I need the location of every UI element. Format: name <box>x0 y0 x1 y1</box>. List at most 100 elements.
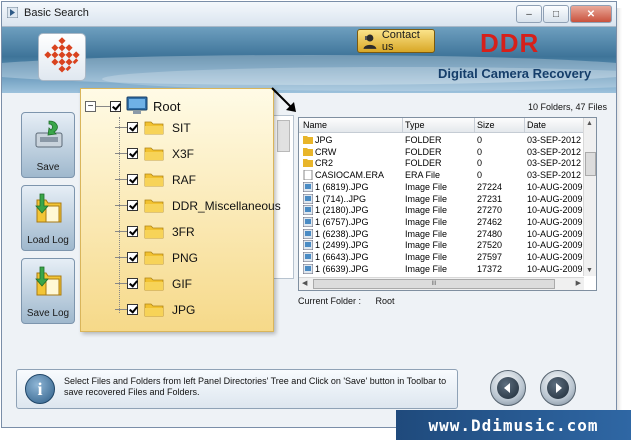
save-log-button[interactable]: Save Log <box>21 258 75 324</box>
cell-size: 27480 <box>477 228 503 239</box>
collapse-toggle-icon[interactable]: − <box>85 100 96 112</box>
tree-item[interactable]: X3F <box>115 146 194 161</box>
brand-logo: DDR <box>480 28 540 58</box>
minimize-button[interactable]: – <box>516 5 542 23</box>
tree-checkbox[interactable] <box>127 200 138 211</box>
tree-checkbox[interactable] <box>127 226 138 237</box>
save-log-label: Save Log <box>26 308 70 319</box>
table-row[interactable]: 1 (2499).JPG Image File 27520 10-AUG-2009 <box>299 239 596 251</box>
table-row[interactable]: 1 (6643).JPG Image File 27597 10-AUG-2009 <box>299 251 596 263</box>
cell-date: 10-AUG-2009 <box>527 216 583 227</box>
table-row[interactable]: CASIOCAM.ERA ERA File 0 03-SEP-2012 <box>299 169 596 181</box>
list-scroll-thumb[interactable] <box>585 152 596 176</box>
cell-type: FOLDER <box>405 146 442 157</box>
scroll-down-icon[interactable]: ▼ <box>586 267 593 274</box>
tree-item[interactable]: JPG <box>115 302 195 317</box>
maximize-button[interactable]: □ <box>543 5 569 23</box>
tree-item[interactable]: SIT <box>115 120 191 135</box>
scroll-up-icon[interactable]: ▲ <box>586 120 593 127</box>
scroll-right-icon[interactable]: ▶ <box>576 279 581 287</box>
list-hscroll-thumb[interactable]: III <box>313 279 555 289</box>
list-vertical-scrollbar[interactable]: ▲ ▼ <box>583 118 596 276</box>
cell-size: 17372 <box>477 263 503 274</box>
column-name[interactable]: Name <box>303 120 327 130</box>
tree-item[interactable]: PNG <box>115 250 198 265</box>
tree-pane-scrollbar[interactable] <box>272 115 294 279</box>
folder-icon <box>144 303 164 317</box>
image-file-icon <box>302 251 314 263</box>
table-row[interactable]: 1 (6639).JPG Image File 17372 10-AUG-2009 <box>299 263 596 275</box>
file-list: Name Type Size Date JPG FOLDER 0 03-SEP-201… <box>298 117 597 291</box>
tree-scroll-thumb[interactable] <box>277 120 290 152</box>
table-row[interactable]: JPG FOLDER 0 03-SEP-2012 <box>299 134 596 146</box>
tree-checkbox[interactable] <box>127 252 138 263</box>
cell-size: 27231 <box>477 193 503 204</box>
tree-connector <box>115 153 127 154</box>
cell-name: CASIOCAM.ERA <box>315 170 385 181</box>
tree-root-row[interactable]: − Root <box>85 96 180 116</box>
folder-icon <box>303 147 313 156</box>
back-button[interactable] <box>490 370 526 406</box>
folder-icon <box>144 225 164 239</box>
tree-item[interactable]: RAF <box>115 172 196 187</box>
cell-name: CRW <box>315 146 337 157</box>
cell-name: 1 (6639).JPG <box>315 263 369 274</box>
column-size[interactable]: Size <box>477 120 495 130</box>
tree-item[interactable]: DDR_Miscellaneous <box>115 198 281 213</box>
column-type[interactable]: Type <box>405 120 425 130</box>
next-button[interactable] <box>540 370 576 406</box>
tree-checkbox[interactable] <box>127 174 138 185</box>
tree-checkbox[interactable] <box>127 148 138 159</box>
cell-type: ERA File <box>405 170 441 181</box>
cell-size: 27597 <box>477 252 503 262</box>
app-window: Basic Search – □ ✕ Contact us DDR Digita… <box>1 1 617 428</box>
tree-item[interactable]: GIF <box>115 276 192 291</box>
image-file-icon <box>302 204 314 216</box>
scroll-left-icon[interactable]: ◀ <box>302 279 307 287</box>
contact-us-button[interactable]: Contact us <box>357 29 435 53</box>
cell-date: 10-AUG-2009 <box>527 240 583 251</box>
site-watermark: www.Ddimusic.com <box>396 410 631 440</box>
tree-connector <box>115 309 127 310</box>
table-row[interactable]: 1 (6819).JPG Image File 27224 10-AUG-2009 <box>299 181 596 193</box>
tree-checkbox[interactable] <box>110 100 121 112</box>
table-row[interactable]: CR2 FOLDER 0 03-SEP-2012 <box>299 157 596 169</box>
save-button[interactable]: Save <box>21 112 75 178</box>
tree-item-label: DDR_Miscellaneous <box>172 198 281 213</box>
cell-size: 0 <box>477 170 483 181</box>
tree-connector <box>115 231 127 232</box>
tree-item[interactable]: 3FR <box>115 224 195 239</box>
cell-date: 10-AUG-2009 <box>527 181 583 192</box>
table-row[interactable]: 1 (6238).JPG Image File 27480 10-AUG-2009 <box>299 228 596 240</box>
cell-date: 03-SEP-2012 <box>527 146 582 157</box>
column-date[interactable]: Date <box>527 120 546 130</box>
load-log-button[interactable]: Load Log <box>21 185 75 251</box>
list-horizontal-scrollbar[interactable]: ◀ III ▶ <box>299 277 584 290</box>
tree-root-label: Root <box>153 98 181 114</box>
folder-icon <box>144 121 164 135</box>
cell-type: Image File <box>405 263 448 274</box>
column-divider[interactable] <box>524 118 525 132</box>
folder-icon <box>144 147 164 161</box>
column-divider[interactable] <box>474 118 475 132</box>
cell-type: Image File <box>405 240 448 251</box>
cell-size: 0 <box>477 146 483 157</box>
table-row[interactable]: 1 (2180).JPG Image File 27270 10-AUG-2009 <box>299 204 596 216</box>
cell-date: 10-AUG-2009 <box>527 193 583 204</box>
file-icon <box>303 169 313 181</box>
tree-checkbox[interactable] <box>127 278 138 289</box>
table-row[interactable]: CRW FOLDER 0 03-SEP-2012 <box>299 146 596 158</box>
directory-tree: − Root SIT X3F RAF DDR_Miscellaneous 3FR PNG G… <box>80 88 281 332</box>
info-text: Select Files and Folders from left Panel… <box>64 376 447 397</box>
tree-checkbox[interactable] <box>127 122 138 133</box>
table-row[interactable]: 1 (714)..JPG Image File 27231 10-AUG-2009 <box>299 193 596 205</box>
tree-item-label: SIT <box>172 120 191 135</box>
cell-date: 03-SEP-2012 <box>527 170 582 181</box>
computer-icon <box>126 96 148 114</box>
tree-connector <box>115 127 127 128</box>
column-divider[interactable] <box>402 118 403 132</box>
tree-checkbox[interactable] <box>127 304 138 315</box>
table-row[interactable]: 1 (6757).JPG Image File 27462 10-AUG-2009 <box>299 216 596 228</box>
close-button[interactable]: ✕ <box>570 5 612 23</box>
tree-connector <box>115 283 127 284</box>
